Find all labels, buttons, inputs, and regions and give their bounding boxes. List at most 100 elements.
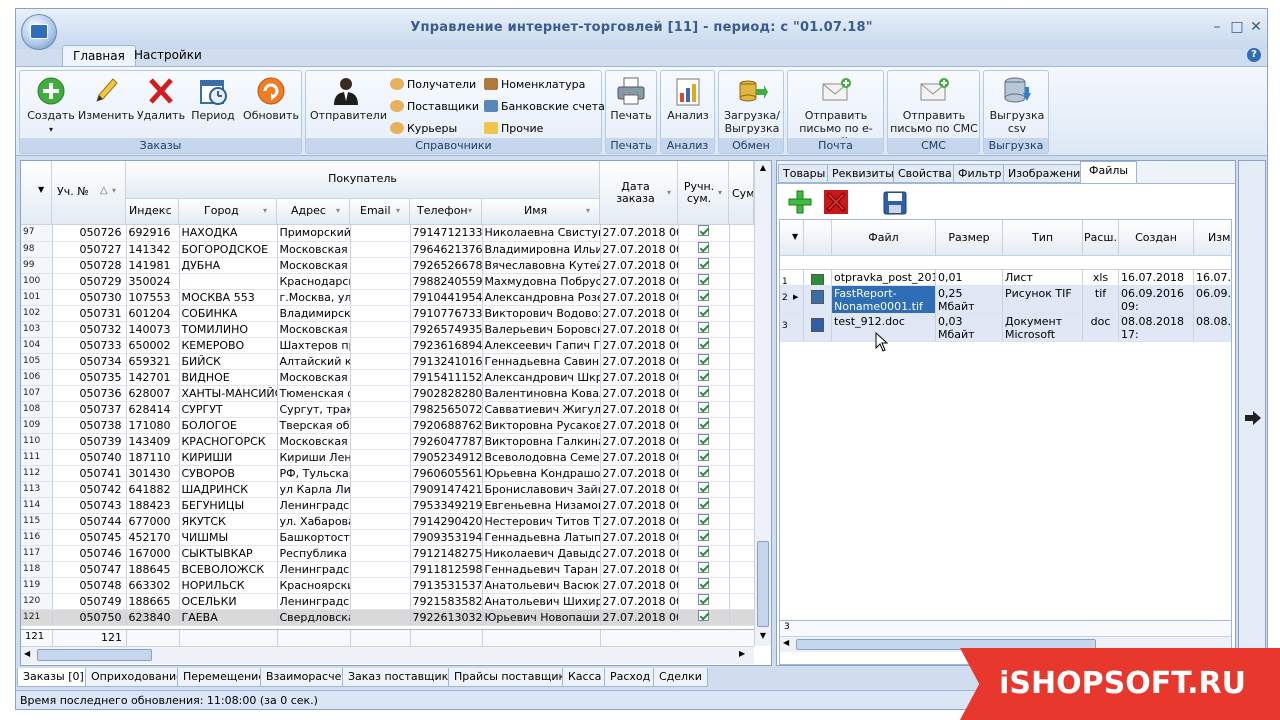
cell-phone[interactable]: 79135315377 [410, 577, 483, 594]
table-row[interactable]: 3 test_912.doc 0,03 Мбайт Документ Microsof… [780, 314, 1231, 342]
row-number[interactable]: 115 [21, 513, 53, 530]
cell-index[interactable]: 628007 [126, 385, 180, 402]
cell-sum[interactable] [729, 369, 754, 386]
cell-phone[interactable]: 79028282803 [410, 385, 483, 402]
files-filter-row[interactable] [780, 256, 1231, 270]
row-number[interactable]: 104 [21, 337, 53, 354]
col-created[interactable]: Создан [1119, 220, 1194, 256]
table-row[interactable]: 113050742641882ШАДРИНСКул Карла Либк 7909… [21, 481, 754, 498]
cell-email[interactable] [350, 433, 411, 450]
cell-manual-sum[interactable] [678, 289, 730, 306]
cell-order-date[interactable]: 27.07.2018 00: [600, 289, 679, 306]
checkbox[interactable] [698, 593, 709, 605]
scroll-down-icon[interactable]: ▼ [757, 631, 769, 643]
cell-manual-sum[interactable] [678, 497, 730, 514]
cell-email[interactable] [350, 369, 411, 386]
col-type[interactable]: Тип [1003, 220, 1083, 256]
cell-phone[interactable]: 79206887628 [410, 417, 483, 434]
cell-manual-sum[interactable] [678, 241, 730, 258]
maximize-icon[interactable]: □ [1228, 19, 1246, 35]
col-ext[interactable]: Расш. [1083, 220, 1119, 256]
minimize-icon[interactable]: – [1208, 19, 1226, 35]
add-file-icon[interactable] [787, 189, 813, 215]
table-row[interactable]: 112 050741 301430 СУВОРОВ РФ, Тульская 796060… [21, 465, 754, 482]
cell-city[interactable]: ВИДНОЕ [179, 369, 278, 386]
cell-city[interactable]: БОГОРОДСКОЕ [179, 241, 278, 258]
order-number[interactable]: 050748 [52, 577, 127, 594]
tab-settings[interactable]: Настройки [124, 45, 212, 67]
tab-files[interactable]: Файлы [1080, 161, 1138, 183]
cell-created[interactable]: 08.08.2018 17: [1119, 314, 1194, 341]
cell-manual-sum[interactable] [678, 385, 730, 402]
cell-email[interactable] [350, 577, 411, 594]
tab-deals[interactable]: Сделки [653, 668, 708, 687]
cell-order-date[interactable]: 27.07.2018 00: [600, 305, 679, 322]
grid-corner[interactable]: ▼ [21, 161, 52, 225]
cell-ext[interactable]: xls [1083, 270, 1119, 285]
row-number[interactable]: 105 [21, 353, 53, 370]
row-number[interactable]: 118 [21, 561, 53, 578]
row-number[interactable]: 116 [21, 529, 53, 546]
cell-sum[interactable] [729, 529, 754, 546]
order-number[interactable]: 050738 [52, 417, 127, 434]
cell-order-date[interactable]: 27.07.2018 00: [600, 417, 679, 434]
cell-address[interactable]: Красноярский [277, 577, 351, 594]
table-row[interactable]: 110050739143409КРАСНОГОРСКМосковская об 7… [21, 433, 754, 450]
tab-requisites[interactable]: Реквизиты [827, 164, 899, 183]
cell-n[interactable]: 1 [780, 270, 804, 285]
table-row[interactable]: 98050727141342БОГОРОДСКОЕМосковская об 79… [21, 241, 754, 258]
cell-city[interactable]: НОРИЛЬСК [179, 577, 278, 594]
cell-index[interactable]: 601204 [126, 305, 180, 322]
order-number[interactable]: 050744 [52, 513, 127, 530]
cell-sum[interactable] [729, 417, 754, 434]
cell-sum[interactable] [729, 433, 754, 450]
orders-vertical-scrollbar[interactable]: ▲ ▼ [754, 161, 771, 646]
row-number[interactable]: 101 [21, 289, 53, 306]
table-row[interactable]: 100050729350024 Краснодарский 79882405590М… [21, 273, 754, 290]
cell-city[interactable]: КЕМЕРОВО [179, 337, 278, 354]
cell-modified[interactable]: 08.08.2 [1194, 314, 1231, 341]
cell-address[interactable]: Московская об [277, 257, 351, 274]
cell-order-date[interactable]: 27.07.2018 00: [600, 449, 679, 466]
cell-sum[interactable] [729, 241, 754, 258]
cell-manual-sum[interactable] [678, 545, 730, 562]
cell-address[interactable]: Московская об [277, 321, 351, 338]
cell-created[interactable]: 06.09.2016 09: [1119, 286, 1194, 313]
cell-address[interactable]: ул Карла Либк [277, 481, 351, 498]
cell-order-date[interactable]: 27.07.2018 00: [600, 497, 679, 514]
row-number[interactable]: 109 [21, 417, 53, 434]
cell-index[interactable]: 659321 [126, 353, 180, 370]
cell-address[interactable]: Тверская обл. [277, 417, 351, 434]
checkbox[interactable] [698, 465, 709, 477]
cell-ext[interactable]: tif [1083, 286, 1119, 313]
cell-sum[interactable] [729, 289, 754, 306]
cell-file[interactable]: otpravka_post_2018 [832, 270, 936, 285]
cell-created[interactable]: 16.07.2018 07: [1119, 270, 1194, 285]
save-file-icon[interactable] [882, 190, 908, 216]
checkbox[interactable] [698, 337, 709, 349]
table-row[interactable]: 102050731601204СОБИНКАВладимирская 791077… [21, 305, 754, 322]
cell-address[interactable]: Республика Ко [277, 545, 351, 562]
checkbox[interactable] [698, 433, 709, 445]
cell-index[interactable]: 188645 [126, 561, 180, 578]
order-number[interactable]: 050742 [52, 481, 127, 498]
order-number[interactable]: 050735 [52, 369, 127, 386]
row-number[interactable]: 117 [21, 545, 53, 562]
cell-address[interactable]: Кириши Лен.об [277, 449, 351, 466]
cell-city[interactable]: НАХОДКА [179, 225, 278, 242]
cell-sum[interactable] [729, 577, 754, 594]
checkbox[interactable] [698, 321, 709, 333]
checkbox[interactable] [698, 513, 709, 525]
order-number[interactable]: 050730 [52, 289, 127, 306]
cell-order-date[interactable]: 27.07.2018 00: [600, 369, 679, 386]
send-email-button[interactable]: Отправить письмо по e-mail [790, 73, 882, 148]
cell-index[interactable]: 141981 [126, 257, 180, 274]
cell-city[interactable]: ЧИШМЫ [179, 529, 278, 546]
cell-index[interactable]: 167000 [126, 545, 180, 562]
cell-size[interactable]: 0,03 Мбайт [936, 314, 1003, 341]
refresh-button[interactable]: Обновить [242, 73, 300, 122]
tab-cash[interactable]: Касса [562, 668, 608, 687]
cell-order-date[interactable]: 27.07.2018 00: [600, 401, 679, 418]
cell-address[interactable]: Ленинградская [277, 593, 351, 610]
import-export-button[interactable]: Загрузка/ Выгрузка [721, 73, 783, 135]
